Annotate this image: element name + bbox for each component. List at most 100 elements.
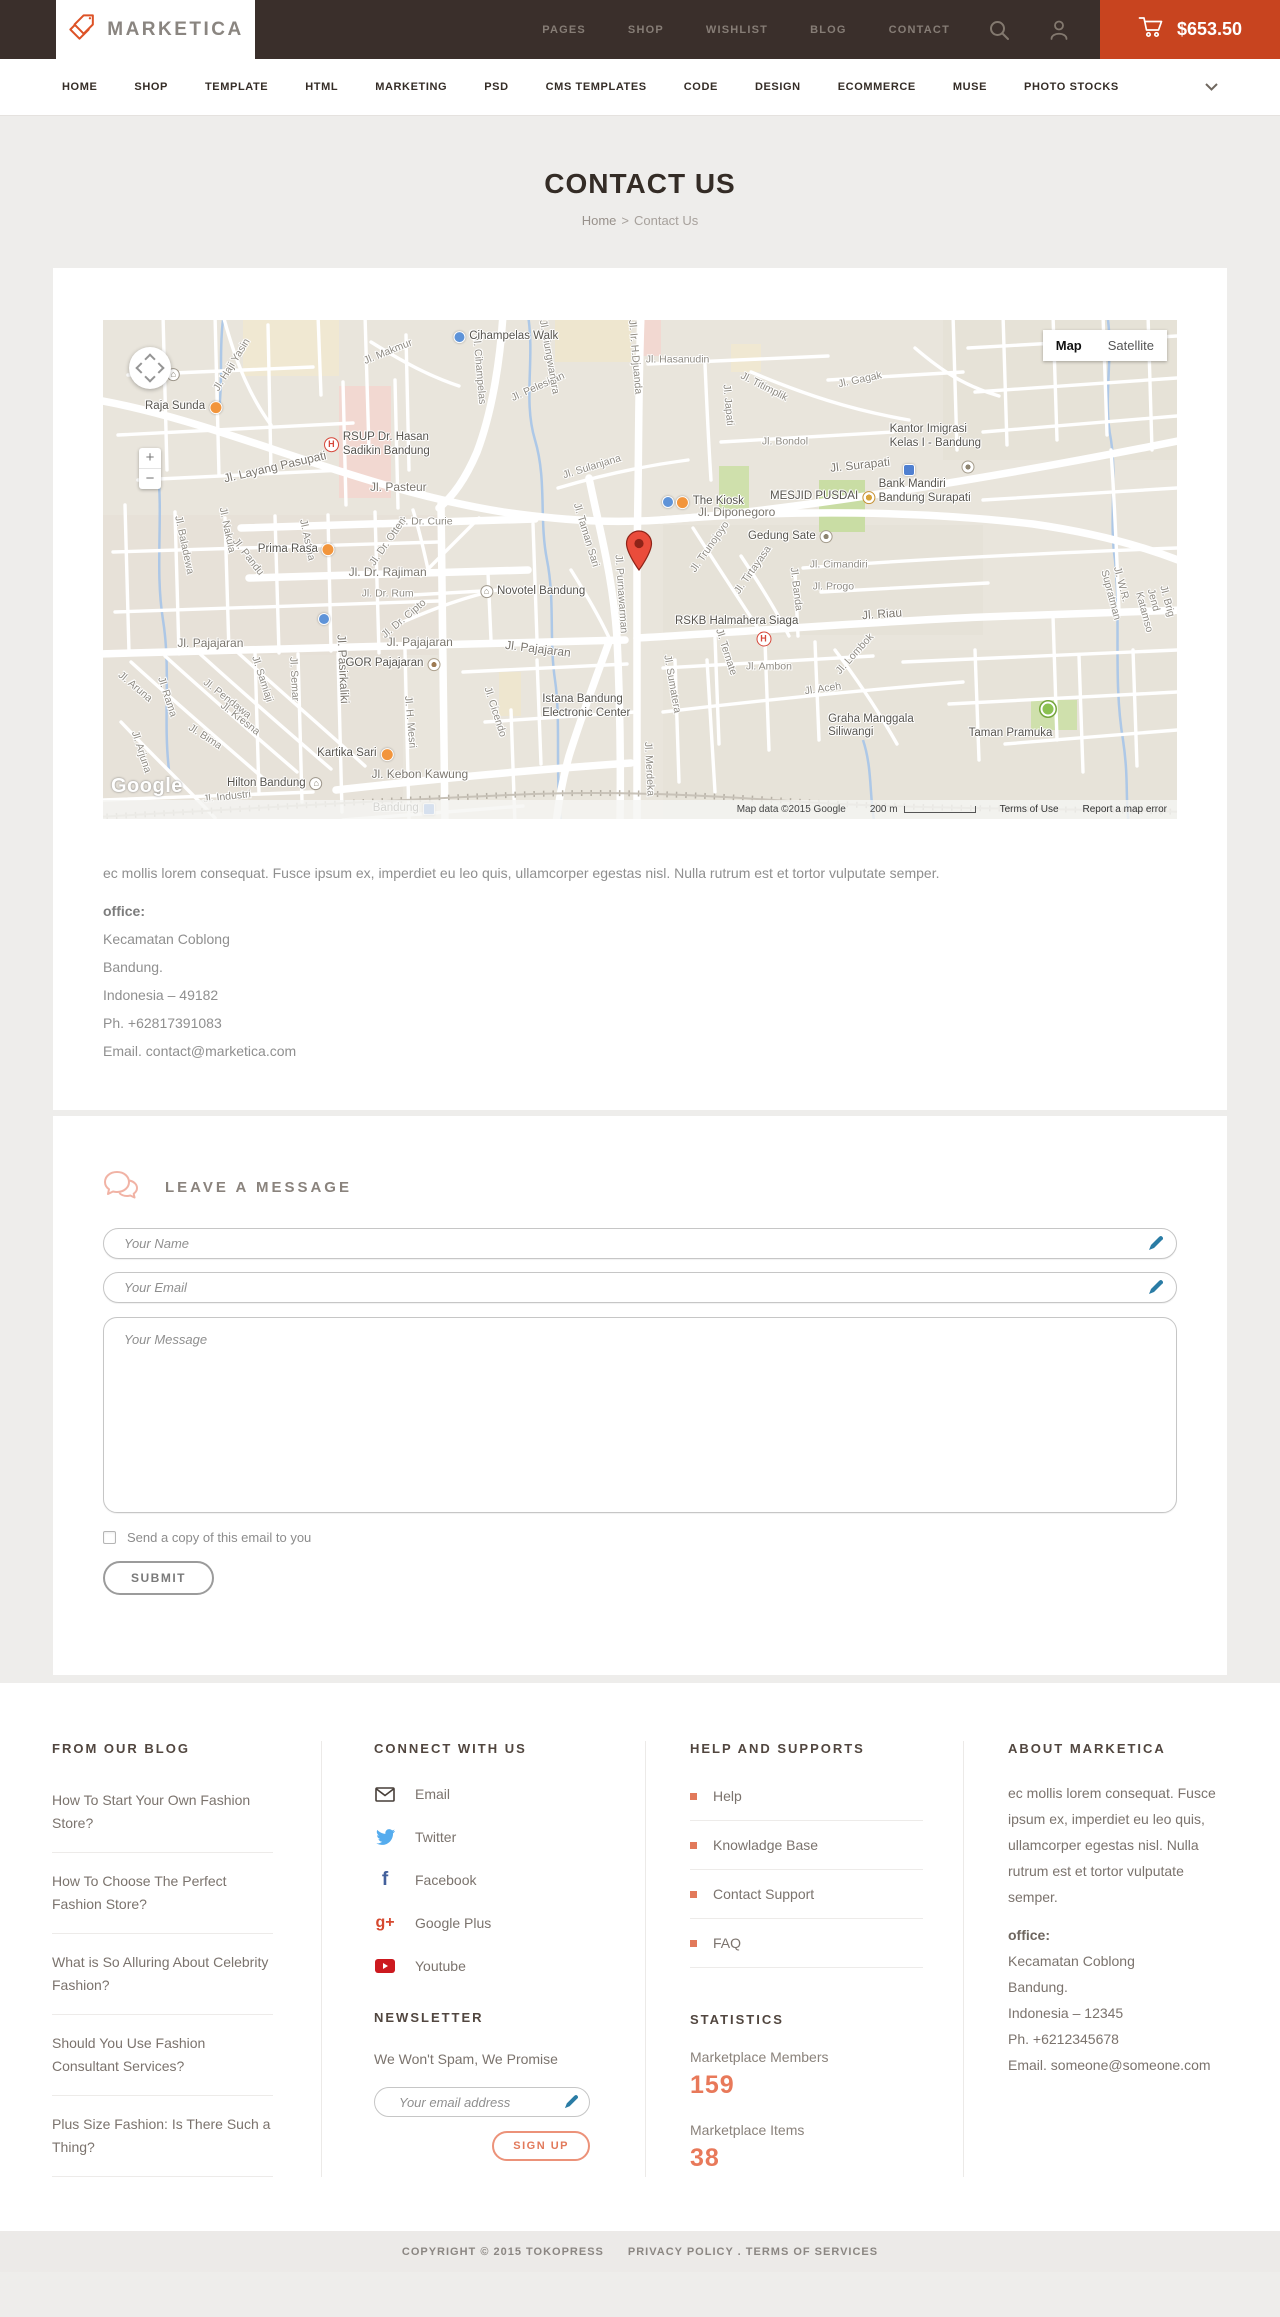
google-plus-icon: g+ bbox=[375, 1914, 395, 1931]
social-link-facebook[interactable]: f Facebook bbox=[374, 1870, 599, 1889]
submit-button[interactable]: SUBMIT bbox=[103, 1561, 214, 1595]
menu-item[interactable]: CODE bbox=[684, 81, 718, 93]
google-map[interactable]: + − Map Satellite Google Map data ©2015 … bbox=[103, 320, 1177, 819]
search-icon[interactable] bbox=[988, 0, 1010, 59]
statistic-value: 159 bbox=[690, 2071, 735, 2099]
help-link[interactable]: Knowladge Base bbox=[690, 1821, 923, 1870]
zoom-in-button[interactable]: + bbox=[139, 448, 161, 468]
menu-item[interactable]: PHOTO STOCKS bbox=[1024, 81, 1119, 93]
google-watermark: Google bbox=[111, 775, 183, 797]
office-line: Bandung. bbox=[1008, 1979, 1068, 1995]
blog-link[interactable]: Should You Use Fashion Consultant Servic… bbox=[52, 2015, 273, 2096]
menu-item[interactable]: HOME bbox=[62, 81, 97, 93]
menu-item[interactable]: HTML bbox=[305, 81, 338, 93]
blog-list: How To Start Your Own Fashion Store? How … bbox=[52, 1772, 273, 2177]
chevron-down-icon[interactable] bbox=[1205, 83, 1218, 91]
office-lines: Kecamatan Coblong Bandung. Indonesia – 491… bbox=[103, 925, 1177, 1065]
help-link[interactable]: FAQ bbox=[690, 1919, 923, 1968]
blog-link[interactable]: How To Start Your Own Fashion Store? bbox=[52, 1772, 273, 1853]
name-input[interactable] bbox=[103, 1228, 1177, 1259]
top-nav-item[interactable]: SHOP bbox=[628, 24, 664, 36]
blog-link[interactable]: Plus Size Fashion: Is There Such a Thing… bbox=[52, 2096, 273, 2177]
about-text: ec mollis lorem consequat. Fusce ipsum e… bbox=[1008, 1785, 1216, 1905]
report-map-error-link[interactable]: Report a map error bbox=[1083, 804, 1167, 815]
top-nav-item[interactable]: BLOG bbox=[810, 24, 847, 36]
top-nav: PAGES SHOP WISHLIST BLOG CONTACT bbox=[542, 0, 950, 59]
newsletter-email-input[interactable] bbox=[374, 2087, 590, 2117]
square-bullet-icon bbox=[690, 1841, 697, 1849]
social-link-email[interactable]: Email bbox=[374, 1786, 599, 1802]
send-copy-row: Send a copy of this email to you bbox=[103, 1530, 1177, 1545]
menu-item[interactable]: SHOP bbox=[134, 81, 168, 93]
top-nav-item[interactable]: CONTACT bbox=[889, 24, 950, 36]
office-line: Indonesia – 12345 bbox=[1008, 2005, 1124, 2021]
statistics-heading: STATISTICS bbox=[690, 2012, 784, 2027]
pan-down-icon[interactable] bbox=[144, 371, 156, 383]
menu-item[interactable]: MUSE bbox=[953, 81, 987, 93]
social-link-youtube[interactable]: Youtube bbox=[374, 1958, 599, 1974]
newsletter-tagline: We Won't Spam, We Promise bbox=[374, 2051, 558, 2067]
office-line: Indonesia – 49182 bbox=[103, 987, 219, 1003]
chat-bubbles-icon bbox=[103, 1170, 139, 1204]
map-attribution: Map data ©2015 Google 200 m Terms of Use… bbox=[103, 800, 1177, 819]
top-nav-item[interactable]: WISHLIST bbox=[706, 24, 768, 36]
social-link-googleplus[interactable]: g+ Google Plus bbox=[374, 1914, 599, 1932]
user-icon[interactable] bbox=[1048, 0, 1070, 59]
top-nav-item[interactable]: PAGES bbox=[542, 24, 586, 36]
form-heading: LEAVE A MESSAGE bbox=[165, 1178, 352, 1196]
menu-item[interactable]: CMS TEMPLATES bbox=[546, 81, 647, 93]
menu-item[interactable]: MARKETING bbox=[375, 81, 447, 93]
map-zoom-control[interactable]: + − bbox=[139, 448, 161, 489]
breadcrumb-current: Contact Us bbox=[633, 213, 699, 228]
pen-icon bbox=[564, 2095, 579, 2114]
blog-link[interactable]: What is So Alluring About Celebrity Fash… bbox=[52, 1934, 273, 2015]
pan-left-icon[interactable] bbox=[135, 362, 147, 374]
statistic: Marketplace Members 159 bbox=[690, 2049, 923, 2100]
email-icon bbox=[374, 1786, 396, 1802]
cart-button[interactable]: $653.50 bbox=[1100, 0, 1280, 59]
bottom-bar: COPYRIGHT © 2015 TOKOPRESS PRIVACY POLIC… bbox=[0, 2231, 1280, 2272]
social-list: Email Twitter f Facebook g+ Google Plus … bbox=[374, 1786, 599, 1974]
zoom-out-button[interactable]: − bbox=[139, 468, 161, 489]
menu-item[interactable]: TEMPLATE bbox=[205, 81, 268, 93]
terms-of-use-link[interactable]: Terms of Use bbox=[1000, 804, 1059, 815]
social-link-twitter[interactable]: Twitter bbox=[374, 1829, 599, 1845]
footer-blog-column: FROM OUR BLOG How To Start Your Own Fash… bbox=[52, 1741, 321, 2177]
map-view-button[interactable]: Map bbox=[1042, 330, 1095, 361]
menu-bar: HOME SHOP TEMPLATE HTML MARKETING PSD CMS TEMP… bbox=[0, 59, 1280, 116]
top-bar: MARKETICA PAGES SHOP WISHLIST BLOG CONTACT $… bbox=[0, 0, 1280, 59]
help-link[interactable]: Contact Support bbox=[690, 1870, 923, 1919]
help-link[interactable]: Help bbox=[690, 1772, 923, 1821]
help-list: Help Knowladge Base Contact Support FAQ bbox=[690, 1772, 923, 1968]
office-line: Email. contact@marketica.com bbox=[103, 1043, 297, 1059]
menu-items: HOME SHOP TEMPLATE HTML MARKETING PSD CMS TEMP… bbox=[62, 81, 1119, 93]
menu-item[interactable]: PSD bbox=[484, 81, 508, 93]
send-copy-checkbox[interactable] bbox=[103, 1531, 116, 1544]
about-office-block: office: Kecamatan Coblong Bandung. Indones… bbox=[1008, 1922, 1228, 2078]
cart-total: $653.50 bbox=[1176, 19, 1243, 39]
tag-logo-icon bbox=[67, 12, 97, 47]
pan-right-icon[interactable] bbox=[153, 362, 165, 374]
terms-of-services-link[interactable]: TERMS OF SERVICES bbox=[746, 2246, 878, 2258]
message-textarea[interactable] bbox=[103, 1317, 1177, 1513]
blog-link[interactable]: How To Choose The Perfect Fashion Store? bbox=[52, 1853, 273, 1934]
satellite-view-button[interactable]: Satellite bbox=[1094, 330, 1167, 361]
menu-item[interactable]: DESIGN bbox=[755, 81, 801, 93]
statistic-label: Marketplace Items bbox=[690, 2122, 805, 2138]
privacy-policy-link[interactable]: PRIVACY POLICY bbox=[628, 2246, 734, 2258]
cart-icon bbox=[1138, 15, 1164, 44]
pen-icon bbox=[1148, 1280, 1164, 1300]
logo-text: MARKETICA bbox=[107, 18, 244, 40]
page: MARKETICA PAGES SHOP WISHLIST BLOG CONTACT $… bbox=[0, 0, 1280, 2272]
office-line: Kecamatan Coblong bbox=[103, 931, 230, 947]
name-field-wrap bbox=[103, 1228, 1177, 1259]
logo[interactable]: MARKETICA bbox=[56, 0, 255, 59]
pan-up-icon[interactable] bbox=[144, 353, 156, 365]
signup-button[interactable]: SIGN UP bbox=[492, 2131, 590, 2161]
breadcrumb: Home > Contact Us bbox=[0, 213, 1280, 228]
breadcrumb-home-link[interactable]: Home bbox=[582, 213, 617, 228]
map-pan-control[interactable] bbox=[129, 347, 171, 389]
email-input[interactable] bbox=[103, 1272, 1177, 1303]
menu-item[interactable]: ECOMMERCE bbox=[838, 81, 916, 93]
map-scale-label: 200 m bbox=[869, 804, 898, 815]
